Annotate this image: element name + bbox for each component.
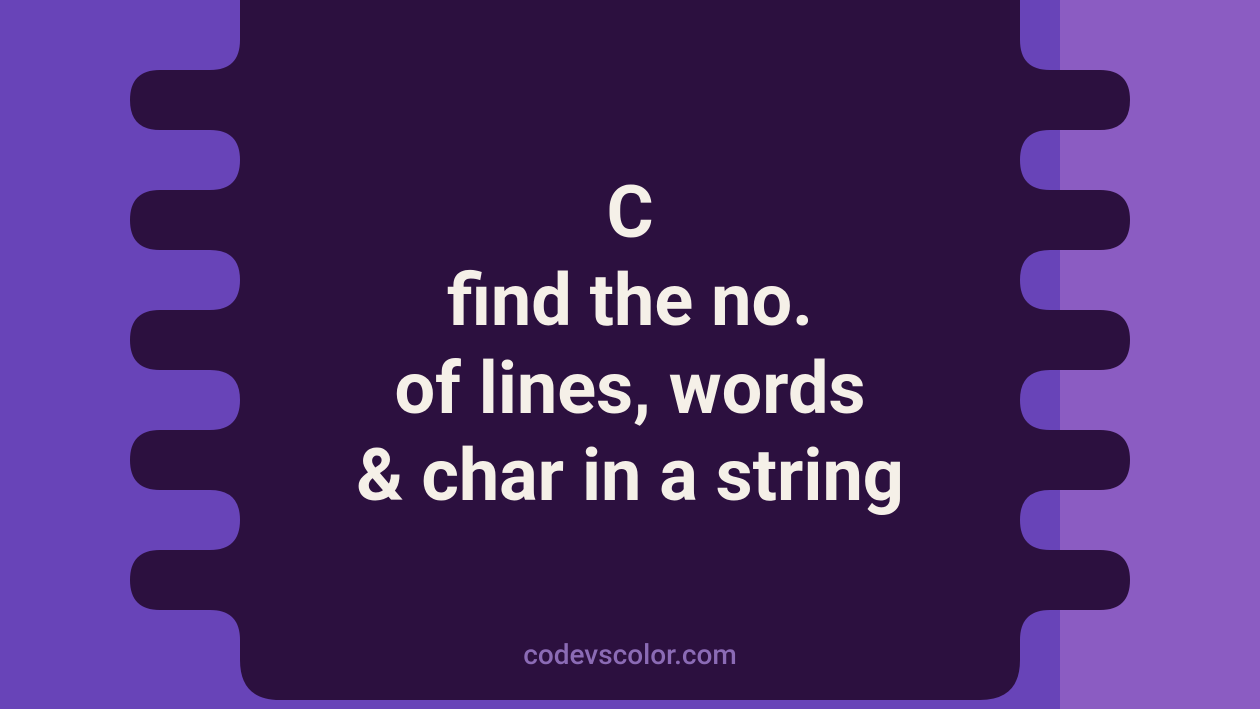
title-line-3: of lines, words — [356, 345, 904, 433]
title-line-2: find the no. — [356, 257, 904, 345]
footer-credit: codevscolor.com — [0, 638, 1260, 671]
hero-content: C find the no. of lines, words & char in… — [0, 0, 1260, 709]
title-line-1: C — [356, 169, 904, 257]
title-line-4: & char in a string — [356, 432, 904, 520]
title-block: C find the no. of lines, words & char in… — [356, 169, 904, 520]
